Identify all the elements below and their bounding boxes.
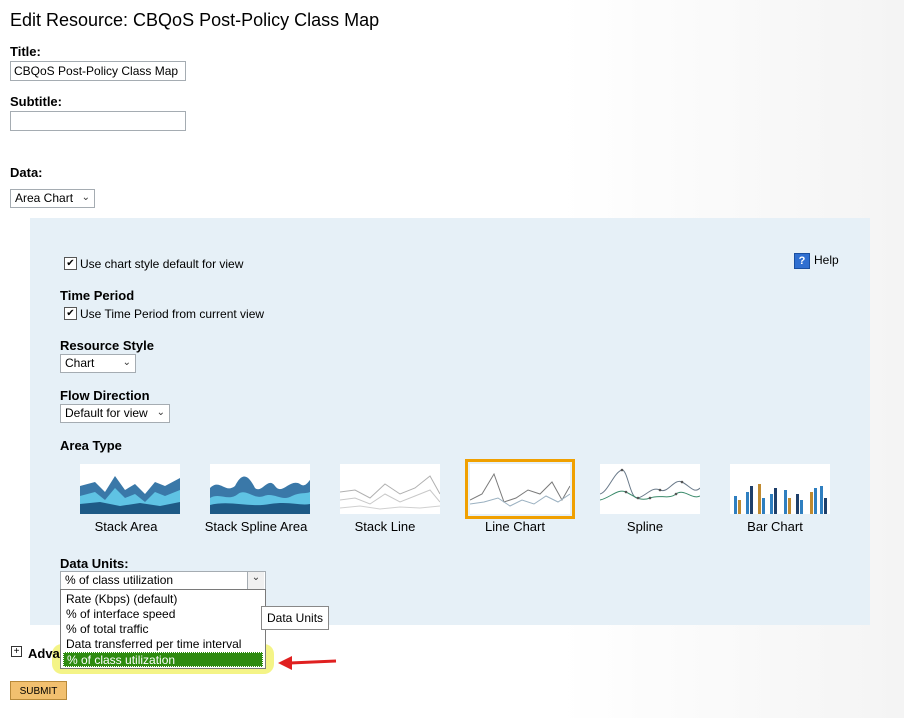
flow-direction-select[interactable]: Default for view ⌄ [60, 404, 170, 423]
chevron-down-icon[interactable]: ⌄ [247, 572, 264, 589]
spline-option[interactable] [599, 464, 701, 514]
stack-line-option[interactable] [339, 464, 441, 514]
spline-icon [599, 468, 701, 501]
data-units-dropdown-list: Rate (Kbps) (default) % of interface spe… [60, 589, 266, 669]
resource-style-heading: Resource Style [60, 338, 154, 353]
time-period-heading: Time Period [60, 288, 135, 303]
stack-area-icon [80, 476, 180, 514]
area-type-label: Spline [626, 519, 664, 534]
area-type-label: Bar Chart [747, 519, 803, 534]
data-select-value: Area Chart [15, 191, 74, 205]
stack-area-option[interactable] [80, 464, 180, 514]
subtitle-label: Subtitle: [10, 94, 62, 109]
chevron-down-icon: ⌄ [81, 192, 90, 203]
use-chart-style-checkbox[interactable]: ✔ [64, 257, 77, 270]
advanced-label[interactable]: Adva [28, 646, 60, 661]
resource-style-value: Chart [65, 356, 95, 370]
line-chart-icon [469, 472, 571, 507]
help-icon[interactable]: ? [794, 253, 810, 269]
chevron-down-icon: ⌄ [156, 407, 165, 418]
flow-direction-heading: Flow Direction [60, 388, 150, 403]
data-select[interactable]: Area Chart ⌄ [10, 189, 95, 208]
flow-direction-value: Default for view [65, 406, 148, 420]
stack-spline-area-option[interactable] [210, 464, 310, 514]
data-units-option-selected[interactable]: % of class utilization [63, 652, 263, 667]
use-time-period-checkbox[interactable]: ✔ [64, 307, 77, 320]
chevron-down-icon: ⌄ [122, 357, 131, 368]
data-units-option[interactable]: % of interface speed [63, 607, 263, 622]
subtitle-input[interactable] [10, 111, 186, 131]
stack-line-icon [339, 475, 441, 510]
submit-button[interactable]: SUBMIT [10, 681, 67, 700]
data-units-option[interactable]: Data transferred per time interval [63, 637, 263, 652]
area-type-label: Stack Line [354, 519, 416, 534]
data-units-heading: Data Units: [60, 556, 129, 571]
data-units-option[interactable]: % of total traffic [63, 622, 263, 637]
title-input[interactable]: CBQoS Post-Policy Class Map [10, 61, 186, 81]
area-type-label: Stack Area [94, 519, 158, 534]
area-type-label: Line Chart [485, 519, 545, 534]
data-units-select[interactable]: % of class utilization ⌄ [60, 571, 266, 590]
tooltip: Data Units [261, 606, 330, 630]
page-title: Edit Resource: CBQoS Post-Policy Class M… [10, 10, 380, 30]
data-units-option[interactable]: Rate (Kbps) (default) [63, 592, 263, 607]
expand-icon[interactable]: + [11, 646, 22, 657]
stack-spline-area-icon [210, 476, 310, 514]
use-chart-style-label: Use chart style default for view [80, 257, 244, 271]
data-label: Data: [10, 165, 43, 180]
bar-chart-icon [734, 484, 827, 514]
title-label: Title: [10, 44, 41, 59]
red-arrow-icon [278, 656, 337, 670]
help-link[interactable]: Help [814, 253, 839, 267]
line-chart-option[interactable] [469, 464, 571, 514]
use-time-period-label: Use Time Period from current view [80, 307, 265, 321]
area-type-heading: Area Type [60, 438, 122, 453]
resource-style-select[interactable]: Chart ⌄ [60, 354, 136, 373]
bar-chart-option[interactable] [730, 464, 830, 514]
data-units-value: % of class utilization [65, 573, 174, 587]
area-type-label: Stack Spline Area [204, 519, 308, 534]
